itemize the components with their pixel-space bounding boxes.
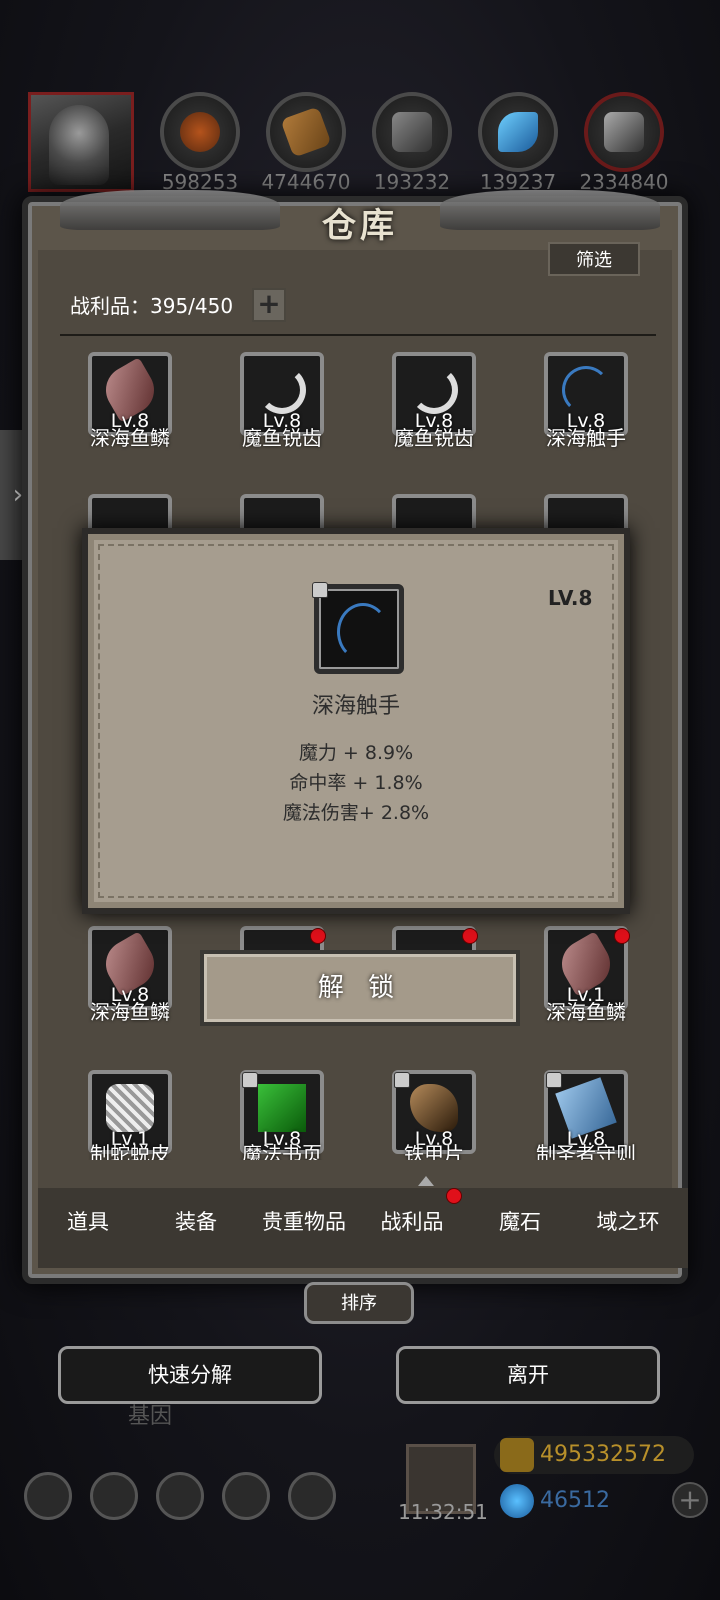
active-tab-indicator: [418, 1176, 434, 1186]
leather-icon: [160, 92, 240, 172]
item-name: 魔鱼锐齿: [394, 426, 474, 450]
lock-icon: [546, 1072, 562, 1088]
new-item-indicator: [310, 928, 326, 944]
tab-notification-dot: [446, 1188, 462, 1204]
leave-button[interactable]: 离开: [396, 1346, 660, 1404]
loot-capacity: 战利品：395/450: [70, 294, 234, 318]
gold-coin-icon: [500, 1438, 534, 1472]
snakeskin-icon: [106, 1084, 154, 1132]
wood-amount: 4744670: [261, 170, 351, 194]
item-name: 深海触手: [546, 426, 626, 450]
item-name: 魔鱼锐齿: [242, 426, 322, 450]
gold-amount: 495332572: [540, 1442, 666, 1467]
fang-icon: [258, 366, 306, 414]
item-name: 制圣者守则: [536, 1142, 636, 1160]
lock-icon: [242, 1072, 258, 1088]
crystal-icon: [478, 92, 558, 172]
tab-loot[interactable]: 战利品: [362, 1206, 462, 1236]
iron-icon: [584, 92, 664, 172]
tab-equipment[interactable]: 装备: [146, 1206, 246, 1236]
frame-ornament-left: [60, 190, 280, 230]
item-detail-icon: [314, 584, 404, 674]
filter-button[interactable]: 筛选: [548, 242, 640, 276]
expand-capacity-button[interactable]: +: [252, 288, 286, 322]
wood-icon: [266, 92, 346, 172]
mail-icon[interactable]: [222, 1472, 270, 1520]
quick-decompose-button[interactable]: 快速分解: [58, 1346, 322, 1404]
tab-magic-stone[interactable]: 魔石: [470, 1206, 570, 1236]
fang-icon: [410, 366, 458, 414]
gem-icon: [500, 1484, 534, 1518]
lock-icon: [312, 582, 328, 598]
warehouse-title: 仓库: [322, 206, 398, 246]
claw-icon: [410, 1084, 458, 1132]
item-name: 深海鱼鳞: [90, 1000, 170, 1024]
gem-amount: 46512: [540, 1488, 610, 1513]
unlock-button[interactable]: 解 锁: [200, 950, 520, 1026]
tentacle-icon: [562, 366, 610, 414]
item-name: 深海鱼鳞: [90, 426, 170, 450]
spellbook-page-icon: [258, 1084, 306, 1132]
event-timer: 11:32:51: [398, 1500, 488, 1524]
frame-ornament-right: [440, 190, 660, 230]
item-detail-name: 深海触手: [311, 694, 400, 719]
guild-icon[interactable]: [288, 1472, 336, 1520]
divider: [60, 334, 656, 336]
tab-items[interactable]: 道具: [38, 1206, 138, 1236]
tab-valuables[interactable]: 贵重物品: [254, 1206, 354, 1236]
item-attribute: 魔力 + 8.9%: [298, 742, 414, 764]
item-name: 魔法书页: [242, 1142, 322, 1160]
stone-amount: 193232: [373, 170, 451, 194]
player-avatar[interactable]: [28, 92, 134, 192]
item-detail-level: LV.8: [548, 586, 593, 610]
add-currency-button[interactable]: +: [672, 1482, 708, 1518]
stone-icon: [372, 92, 452, 172]
settings-icon[interactable]: [24, 1472, 72, 1520]
lock-icon: [394, 1072, 410, 1088]
item-attribute: 命中率 + 1.8%: [289, 772, 423, 794]
item-name: 铁甲片: [404, 1142, 464, 1160]
item-attribute: 魔法伤害+ 2.8%: [282, 802, 430, 824]
castle-icon[interactable]: [156, 1472, 204, 1520]
item-name: 制蛇蜕皮: [90, 1142, 170, 1160]
tentacle-icon: [337, 603, 389, 661]
new-item-indicator: [462, 928, 478, 944]
item-name: 深海鱼鳞: [546, 1000, 626, 1024]
tab-domain-ring[interactable]: 域之环: [578, 1206, 678, 1236]
achievement-icon[interactable]: [90, 1472, 138, 1520]
new-item-indicator: [614, 928, 630, 944]
sort-button[interactable]: 排序: [304, 1282, 414, 1324]
